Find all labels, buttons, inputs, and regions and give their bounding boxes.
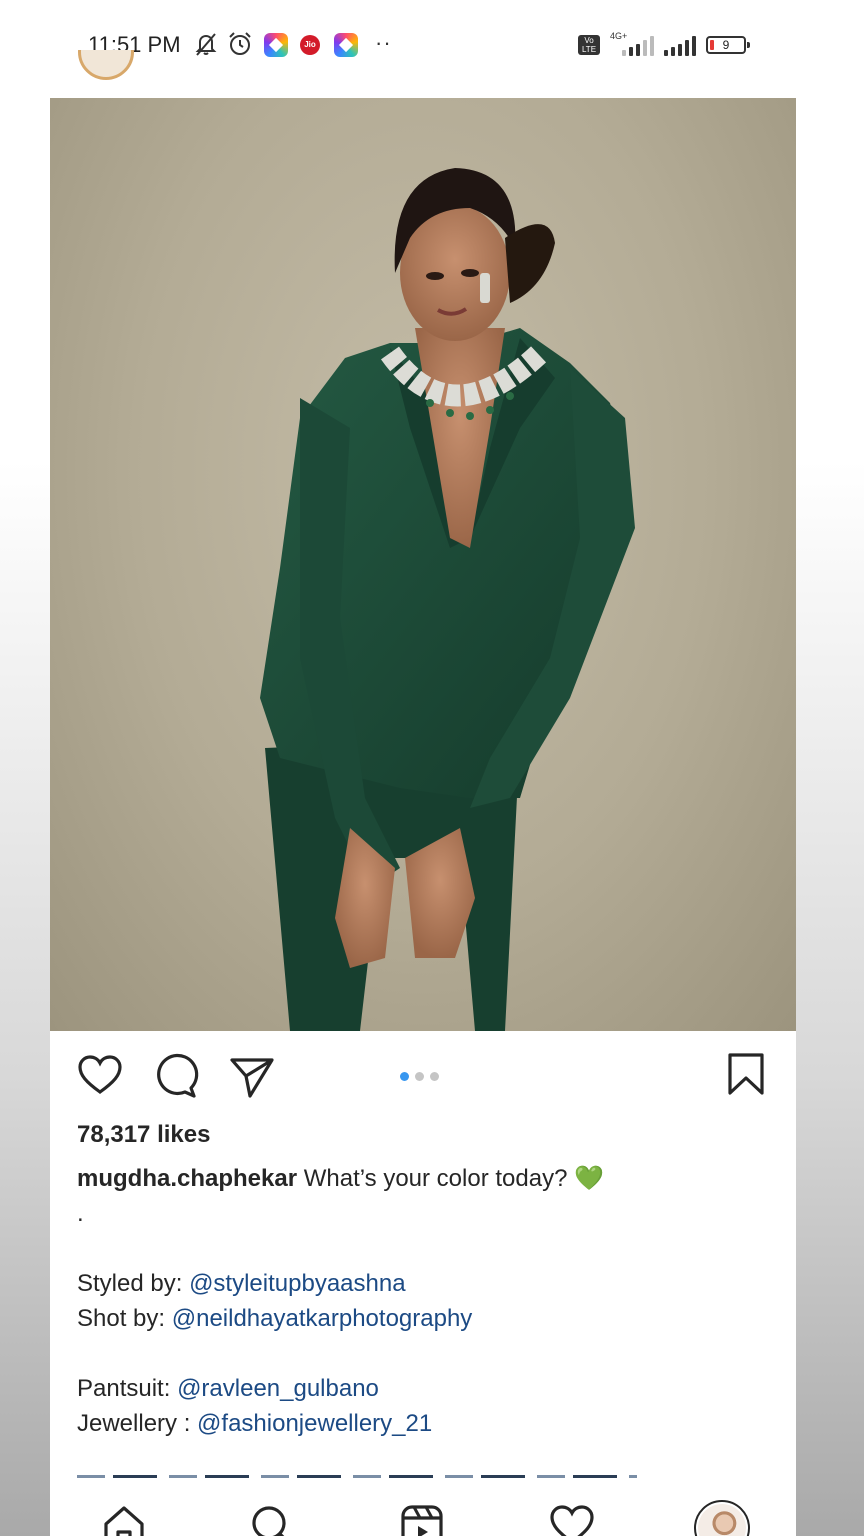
credit-line: Shot by: @neildhayatkarphotography [77,1301,777,1336]
app-icon [264,33,288,57]
credit-mention[interactable]: @styleitupbyaashna [189,1270,406,1297]
send-icon[interactable] [228,1052,276,1100]
credit-label: Shot by: [77,1305,172,1332]
profile-avatar[interactable] [694,1500,750,1536]
carousel-dot [430,1072,439,1081]
caption-text: What’s your color today? 💚 [303,1165,604,1192]
jio-icon: Jio [300,35,320,55]
alarm-icon [229,32,251,55]
carousel-dot [400,1072,409,1081]
mute-bell-icon [195,33,217,56]
post-caption: mugdha.chaphekar What’s your color today… [77,1161,777,1441]
item-line: Pantsuit: @ravleen_gulbano [77,1371,777,1406]
more-dots-icon: ·· [375,30,392,55]
credit-mention[interactable]: @neildhayatkarphotography [172,1305,473,1332]
home-icon[interactable] [100,1502,148,1536]
bookmark-icon[interactable] [722,1050,770,1098]
post-author-avatar[interactable] [78,50,134,84]
status-bar: 11:51 PM Jio ·· Vo LTE 4G+ 9 [50,0,796,92]
bottom-navigation [50,1490,796,1536]
heart-icon[interactable] [76,1052,124,1100]
item-label: Jewellery : [77,1410,198,1437]
likes-count[interactable]: 78,317 likes [77,1121,210,1149]
search-icon[interactable] [248,1502,296,1536]
signal-strength-icon [622,36,656,56]
post-image[interactable] [50,98,796,1031]
caption-cut-off-line [77,1475,637,1485]
post-photo-illustration [260,168,635,1031]
item-line: Jewellery : @fashionjewellery_21 [77,1406,777,1441]
app-icon [334,33,358,57]
credit-line: Styled by: @styleitupbyaashna [77,1266,777,1301]
item-label: Pantsuit: [77,1375,178,1402]
volte-icon: Vo LTE [578,35,600,55]
signal-strength-icon [664,36,698,56]
caption-dot: . [77,1200,84,1227]
comment-icon[interactable] [151,1052,199,1100]
item-mention[interactable]: @fashionjewellery_21 [197,1410,432,1437]
reels-icon[interactable] [398,1502,446,1536]
activity-heart-icon[interactable] [548,1502,596,1536]
credit-label: Styled by: [77,1270,190,1297]
caption-first-line: mugdha.chaphekar What’s your color today… [77,1161,777,1196]
instagram-post-screen: 11:51 PM Jio ·· Vo LTE 4G+ 9 78,317 like… [50,0,796,1536]
item-mention[interactable]: @ravleen_gulbano [177,1375,379,1402]
carousel-dot [415,1072,424,1081]
caption-username[interactable]: mugdha.chaphekar [77,1165,297,1192]
battery-indicator: 9 [706,36,750,54]
carousel-indicator [400,1068,445,1086]
